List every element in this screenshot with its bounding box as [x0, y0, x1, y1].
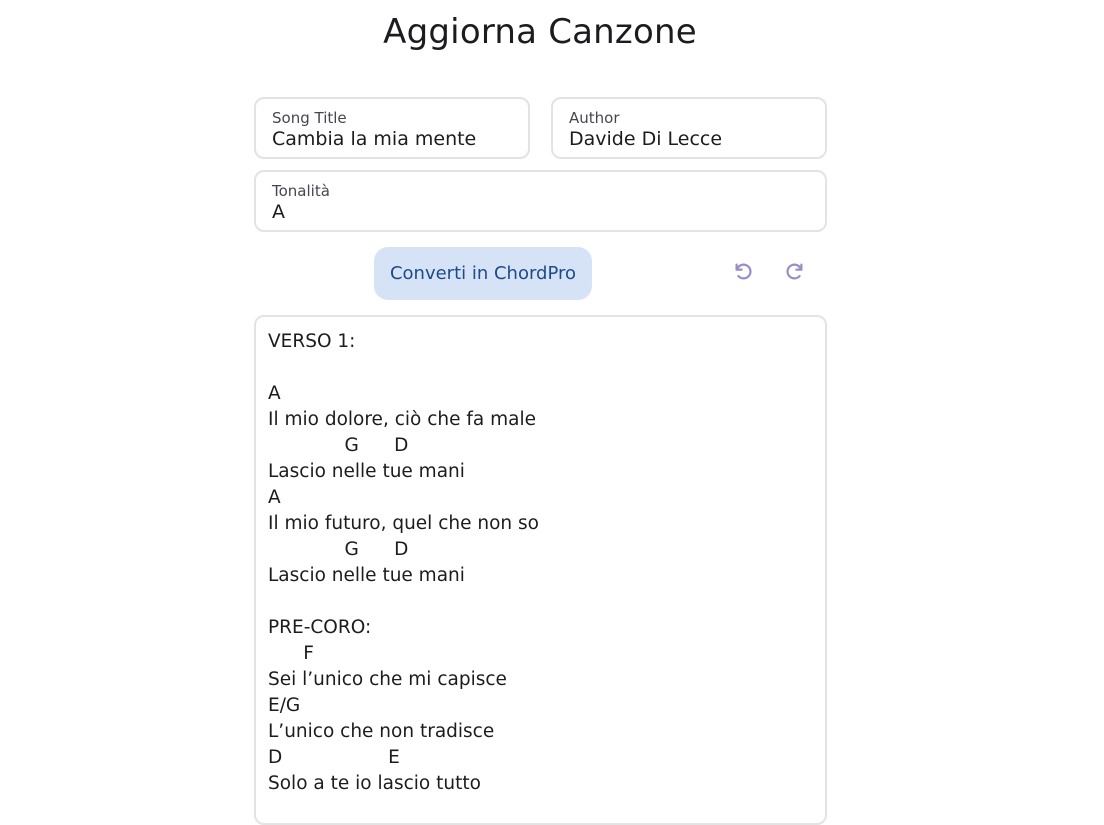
- page-title: Aggiorna Canzone: [383, 12, 697, 52]
- undo-icon: [732, 260, 754, 286]
- undo-button[interactable]: [721, 251, 765, 295]
- key-label: Tonalità: [272, 182, 330, 200]
- convert-chordpro-button[interactable]: Converti in ChordPro: [374, 247, 592, 300]
- author-value[interactable]: Davide Di Lecce: [569, 127, 809, 151]
- author-field[interactable]: Author Davide Di Lecce: [551, 97, 827, 159]
- song-title-label: Song Title: [272, 109, 347, 127]
- redo-button[interactable]: [773, 251, 817, 295]
- key-field[interactable]: Tonalità A: [254, 170, 827, 232]
- key-value[interactable]: A: [272, 200, 809, 224]
- author-label: Author: [569, 109, 620, 127]
- editor-content[interactable]: VERSO 1: A Il mio dolore, ciò che fa mal…: [268, 329, 813, 797]
- song-title-field[interactable]: Song Title Cambia la mia mente: [254, 97, 530, 159]
- song-title-value[interactable]: Cambia la mia mente: [272, 127, 512, 151]
- chord-text-editor[interactable]: VERSO 1: A Il mio dolore, ciò che fa mal…: [254, 315, 827, 825]
- redo-icon: [784, 260, 806, 286]
